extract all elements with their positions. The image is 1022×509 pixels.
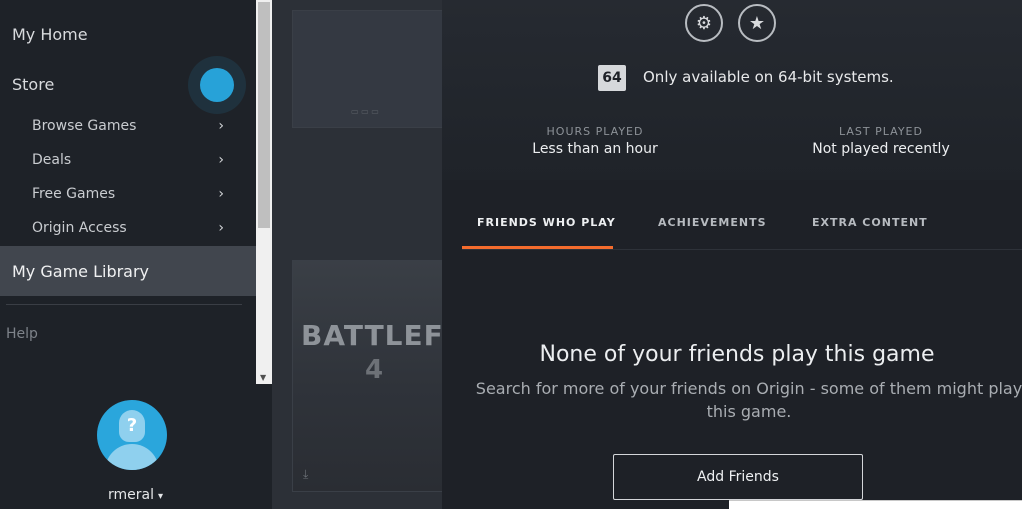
game-tile-title: BATTLEFIELD — [301, 319, 442, 352]
system-requirement-note: Only available on 64-bit systems. — [643, 68, 894, 86]
overlay-strip — [729, 500, 1022, 509]
username-label: rmeral — [108, 487, 154, 503]
hours-played-label: HOURS PLAYED — [546, 125, 644, 138]
last-played-label: LAST PLAYED — [839, 125, 923, 138]
nav-store[interactable]: Store — [12, 75, 54, 94]
nav-deals[interactable]: Deals › — [32, 152, 232, 168]
active-tab-indicator — [462, 246, 613, 249]
avatar-body — [105, 444, 159, 470]
last-played-value: Not played recently — [812, 141, 950, 157]
game-tile-number: 4 — [365, 355, 384, 385]
username-menu[interactable]: rmeral ▾ — [108, 487, 163, 503]
tile-logo-icon: ▭ ▭ ▭ — [351, 107, 379, 116]
64-bit-badge: 64 — [598, 65, 626, 91]
tab-achievements[interactable]: ACHIEVEMENTS — [658, 216, 767, 229]
scroll-down-arrow-icon[interactable]: ▼ — [260, 373, 266, 382]
nav-free-games-label: Free Games — [32, 186, 116, 202]
nav-origin-access-label: Origin Access — [32, 220, 127, 236]
sidebar: My Home Store Browse Games › Deals › Fre… — [0, 0, 256, 509]
chevron-right-icon: › — [218, 118, 224, 134]
avatar[interactable]: ? — [97, 400, 167, 470]
game-details-panel: ⚙ ★ 64 Only available on 64-bit systems.… — [442, 0, 1022, 509]
nav-deals-label: Deals — [32, 152, 72, 168]
nav-my-home[interactable]: My Home — [12, 25, 88, 44]
add-friends-button[interactable]: Add Friends — [613, 454, 863, 500]
nav-browse-games[interactable]: Browse Games › — [32, 118, 232, 134]
game-tile[interactable]: ▭ ▭ ▭ — [292, 10, 442, 128]
avatar-icon: ? — [119, 410, 145, 442]
chevron-right-icon: › — [218, 152, 224, 168]
sidebar-divider — [6, 304, 242, 305]
hours-played-value: Less than an hour — [532, 141, 658, 157]
nav-browse-games-label: Browse Games — [32, 118, 137, 134]
sidebar-fill — [256, 384, 272, 509]
nav-origin-access[interactable]: Origin Access › — [32, 220, 232, 236]
download-icon: ⤓ — [303, 467, 309, 481]
scrollbar-thumb[interactable] — [258, 2, 270, 228]
game-tile-battlefield[interactable]: BATTLEFIELD 4 ⤓ — [292, 260, 442, 492]
chevron-right-icon: › — [218, 186, 224, 202]
nav-free-games[interactable]: Free Games › — [32, 186, 232, 202]
game-hero: ⚙ ★ 64 Only available on 64-bit systems.… — [442, 0, 1022, 180]
empty-state-title: None of your friends play this game — [539, 342, 935, 367]
gear-icon[interactable]: ⚙ — [685, 4, 723, 42]
chevron-down-icon: ▾ — [158, 491, 164, 502]
star-icon[interactable]: ★ — [738, 4, 776, 42]
details-tabs: FRIENDS WHO PLAY ACHIEVEMENTS EXTRA CONT… — [462, 200, 1022, 250]
empty-state-subtitle: Search for more of your friends on Origi… — [475, 379, 1022, 421]
tab-friends-who-play[interactable]: FRIENDS WHO PLAY — [477, 216, 616, 229]
tab-extra-content[interactable]: EXTRA CONTENT — [812, 216, 928, 229]
nav-help[interactable]: Help — [6, 326, 38, 342]
nav-my-game-library[interactable]: My Game Library — [0, 246, 256, 296]
notification-dot — [200, 68, 234, 102]
sidebar-scrollbar[interactable]: ▼ — [256, 0, 272, 384]
chevron-right-icon: › — [218, 220, 224, 236]
game-library-grid: ▭ ▭ ▭ BATTLEFIELD 4 ⤓ — [272, 0, 442, 509]
